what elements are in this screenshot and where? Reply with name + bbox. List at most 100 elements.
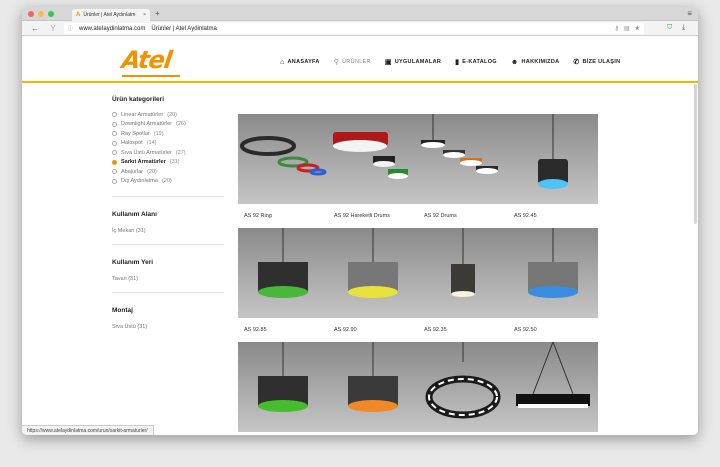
product-image[interactable] xyxy=(238,114,328,204)
product-card[interactable]: AS 92.90 xyxy=(328,228,418,342)
category-item[interactable]: Halospot (14) xyxy=(112,139,224,149)
bookmark-star-icon[interactable]: ★ xyxy=(635,25,640,32)
product-name[interactable]: AS 92 Belted Ring xyxy=(418,432,508,435)
product-card[interactable]: AS 92 Belted Ring xyxy=(418,342,508,435)
logo-underline xyxy=(122,75,180,77)
product-card[interactable]: AS 92.45 xyxy=(508,114,598,228)
nav-label: ÜRÜNLER xyxy=(342,59,371,65)
category-item[interactable]: Dış Aydınlatma (20) xyxy=(112,177,224,187)
category-name: Sıva Üstü Armatürler xyxy=(121,149,172,156)
product-card[interactable]: AS 92 Ring xyxy=(238,114,328,228)
radio-icon xyxy=(112,150,117,156)
radio-icon xyxy=(112,169,117,175)
product-name[interactable]: AS 92 Hareketli Drums xyxy=(328,204,418,222)
product-card[interactable]: AS 92.60 xyxy=(238,342,328,435)
reader-icon[interactable]: ▤ xyxy=(624,25,630,32)
product-image[interactable] xyxy=(328,114,418,204)
download-icon[interactable]: ⤓ xyxy=(682,24,685,32)
category-item[interactable]: Abajurlar (20) xyxy=(112,167,224,177)
tab-bar: A Ürünler | Atel Aydınlatm × + ≡ xyxy=(22,7,698,21)
close-window-button[interactable] xyxy=(28,11,34,17)
browser-window: A Ürünler | Atel Aydınlatm × + ≡ ← Y ⓘ w… xyxy=(22,7,698,435)
category-item[interactable]: Downlight Armatürler (26) xyxy=(112,120,224,130)
category-name: Halospot xyxy=(121,140,143,147)
product-card[interactable]: AS 92.85 xyxy=(238,228,328,342)
category-item[interactable]: Sıva Üstü Armatürler (27) xyxy=(112,148,224,158)
radio-icon xyxy=(112,121,117,127)
lamp-illustration xyxy=(421,114,498,174)
url-domain: www.ateIaydinlatma.com xyxy=(79,25,146,32)
browser-tab[interactable]: A Ürünler | Atel Aydınlatm × xyxy=(72,9,150,21)
product-image[interactable] xyxy=(238,228,328,318)
product-name[interactable]: AS 92.60 xyxy=(238,432,328,435)
back-icon[interactable]: ← xyxy=(30,24,40,33)
category-item[interactable]: Ray Spotlar (19) xyxy=(112,129,224,139)
forward-icon[interactable]: Y xyxy=(48,24,58,33)
product-name[interactable]: AS 93 Kare - 1 xyxy=(508,432,598,435)
nav-label: BİZE ULAŞIN xyxy=(582,59,621,65)
shield-icon[interactable]: ⛉ xyxy=(667,24,672,32)
divider xyxy=(112,292,224,293)
filter-usage-indoor[interactable]: İç Mekan (31) xyxy=(112,228,224,234)
product-card[interactable]: AS 92 Drums xyxy=(418,114,508,228)
product-card[interactable]: AS 92.35 xyxy=(418,228,508,342)
scrollbar[interactable] xyxy=(694,84,697,224)
lamp-illustration xyxy=(425,342,501,419)
lamp-illustration xyxy=(258,228,308,298)
users-icon: ☻ xyxy=(510,58,519,66)
new-tab-button[interactable]: + xyxy=(155,9,160,18)
nav-products[interactable]: ⚲ ÜRÜNLER xyxy=(334,58,371,66)
product-image[interactable] xyxy=(238,342,328,432)
info-icon[interactable]: ⓘ xyxy=(68,25,73,32)
url-title: Ürünler | Atel Aydinlatma xyxy=(151,25,217,32)
nav-applications[interactable]: ▣ UYGULAMALAR xyxy=(385,58,441,66)
product-image[interactable] xyxy=(418,114,508,204)
category-count: (20) xyxy=(147,168,157,175)
lamp-illustration xyxy=(451,228,475,297)
category-count: (26) xyxy=(176,121,186,128)
product-image[interactable] xyxy=(508,114,598,204)
product-card[interactable]: AS 92.50 xyxy=(508,228,598,342)
place-heading: Kullanım Yeri xyxy=(112,259,154,266)
nav-ecatalog[interactable]: ▮ E-KATALOG xyxy=(455,58,497,66)
product-card[interactable]: AS 92 Hareketli Drums xyxy=(328,114,418,228)
product-name[interactable]: AS 92.85 xyxy=(238,318,328,336)
maximize-window-button[interactable] xyxy=(48,11,54,17)
nav-label: UYGULAMALAR xyxy=(394,59,442,65)
product-name[interactable]: AS 92.90 xyxy=(328,318,418,336)
book-icon: ▮ xyxy=(455,59,460,66)
product-image[interactable] xyxy=(418,228,508,318)
nav-about[interactable]: ☻ HAKKIMIZDA xyxy=(511,58,560,66)
category-item[interactable]: Linear Armatürler (20) xyxy=(112,110,224,120)
filter-place-ceiling[interactable]: Tavan (31) xyxy=(112,276,224,282)
site-header: Atel ⌂ ANASAYFA ⚲ ÜRÜNLER ▣ UYGULAMALAR ▮ E-… xyxy=(22,36,698,83)
filter-mount-surface[interactable]: Sıva Üstü (31) xyxy=(112,324,224,330)
lamp-illustration xyxy=(348,228,398,298)
product-image[interactable] xyxy=(328,342,418,432)
product-name[interactable]: AS 92.45 xyxy=(508,204,598,222)
close-tab-icon[interactable]: × xyxy=(143,12,146,18)
atel-logo[interactable]: Atel xyxy=(120,46,173,74)
key-icon[interactable]: ⚷ xyxy=(615,25,619,32)
product-image[interactable] xyxy=(508,228,598,318)
product-image[interactable] xyxy=(328,228,418,318)
search-icon: ⚲ xyxy=(333,59,340,66)
product-card[interactable]: AS 92.80 xyxy=(328,342,418,435)
product-name[interactable]: AS 92 Drums xyxy=(418,204,508,222)
nav-contact[interactable]: ✆ BİZE ULAŞIN xyxy=(573,58,620,66)
tab-title: Ürünler | Atel Aydınlatm xyxy=(83,12,136,18)
product-name[interactable]: AS 92.50 xyxy=(508,318,598,336)
product-name[interactable]: AS 92.35 xyxy=(418,318,508,336)
product-image[interactable] xyxy=(508,342,598,432)
product-name[interactable]: AS 92.80 xyxy=(328,432,418,435)
nav-home[interactable]: ⌂ ANASAYFA xyxy=(280,58,320,66)
product-name[interactable]: AS 92 Ring xyxy=(238,204,328,222)
category-count: (19) xyxy=(153,130,164,137)
address-bar[interactable]: ⓘ www.ateIaydinlatma.com Ürünler | Atel … xyxy=(64,23,644,34)
category-name: Ray Spotlar xyxy=(121,130,150,137)
minimize-window-button[interactable] xyxy=(38,11,44,17)
category-item[interactable]: Sarkıt Armatürler (31) xyxy=(112,158,224,168)
browser-menu-icon[interactable]: ≡ xyxy=(687,9,692,18)
product-card[interactable]: AS 93 Kare - 1 xyxy=(508,342,598,435)
product-image[interactable] xyxy=(418,342,508,432)
